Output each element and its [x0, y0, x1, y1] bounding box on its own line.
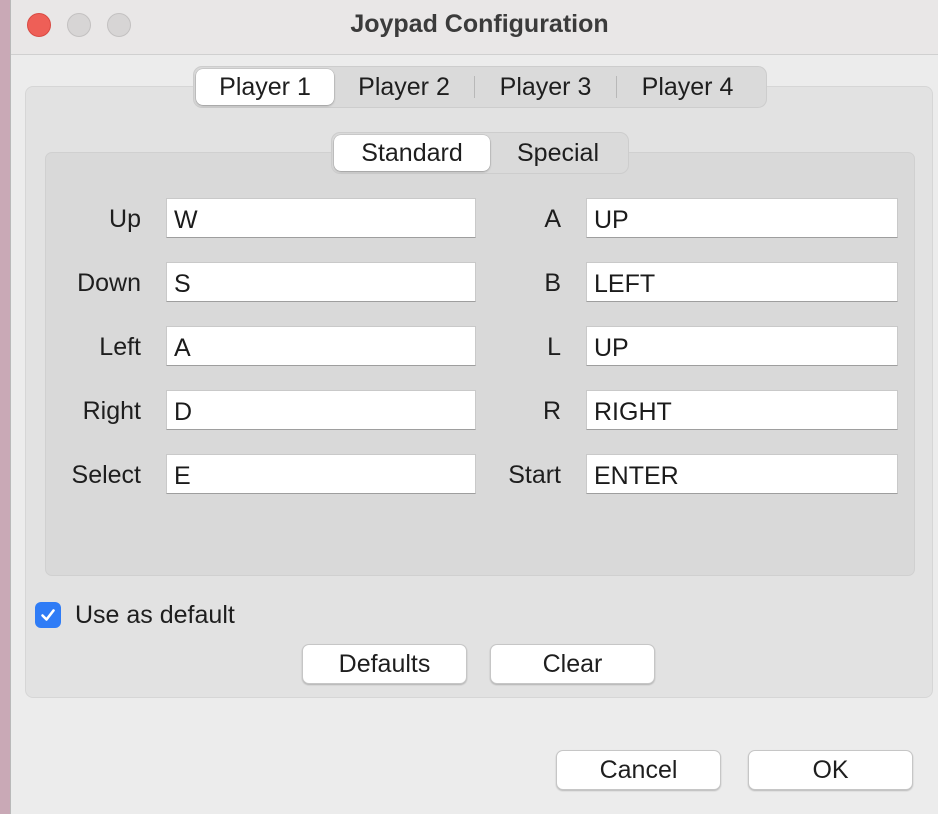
- label-r: R: [542, 397, 561, 425]
- a-key-field[interactable]: UP: [586, 198, 898, 238]
- ok-button[interactable]: OK: [748, 750, 913, 790]
- label-left: Left: [99, 333, 141, 361]
- mode-tab-bar: Standard Special: [331, 132, 629, 174]
- select-key-field[interactable]: E: [166, 454, 476, 494]
- label-right: Right: [82, 397, 141, 425]
- checkmark-icon: [41, 609, 55, 621]
- label-b: B: [544, 269, 561, 297]
- defaults-button[interactable]: Defaults: [302, 644, 467, 684]
- l-key-field[interactable]: UP: [586, 326, 898, 366]
- label-l: L: [547, 333, 561, 361]
- label-start: Start: [508, 461, 561, 489]
- tab-player-2[interactable]: Player 2: [334, 69, 474, 105]
- up-key-field[interactable]: W: [166, 198, 476, 238]
- title-bar: Joypad Configuration: [11, 0, 938, 55]
- label-up: Up: [109, 205, 141, 233]
- r-key-field[interactable]: RIGHT: [586, 390, 898, 430]
- use-as-default-label: Use as default: [75, 600, 235, 629]
- tab-standard[interactable]: Standard: [334, 135, 490, 171]
- down-key-field[interactable]: S: [166, 262, 476, 302]
- left-key-field[interactable]: A: [166, 326, 476, 366]
- use-as-default-row[interactable]: Use as default: [35, 600, 235, 630]
- right-key-field[interactable]: D: [166, 390, 476, 430]
- tab-player-4[interactable]: Player 4: [617, 69, 758, 105]
- label-a: A: [544, 205, 561, 233]
- joypad-config-window: Joypad Configuration Player 1 Player 2 P…: [10, 0, 938, 814]
- label-select: Select: [71, 461, 141, 489]
- window-title: Joypad Configuration: [350, 10, 609, 38]
- tab-player-3[interactable]: Player 3: [475, 69, 616, 105]
- clear-button[interactable]: Clear: [490, 644, 655, 684]
- player-tab-bar: Player 1 Player 2 Player 3 Player 4: [193, 66, 767, 108]
- start-key-field[interactable]: ENTER: [586, 454, 898, 494]
- tab-player-1[interactable]: Player 1: [196, 69, 334, 105]
- use-as-default-checkbox[interactable]: [35, 602, 61, 628]
- b-key-field[interactable]: LEFT: [586, 262, 898, 302]
- label-down: Down: [77, 269, 141, 297]
- tab-special[interactable]: Special: [490, 135, 626, 171]
- cancel-button[interactable]: Cancel: [556, 750, 721, 790]
